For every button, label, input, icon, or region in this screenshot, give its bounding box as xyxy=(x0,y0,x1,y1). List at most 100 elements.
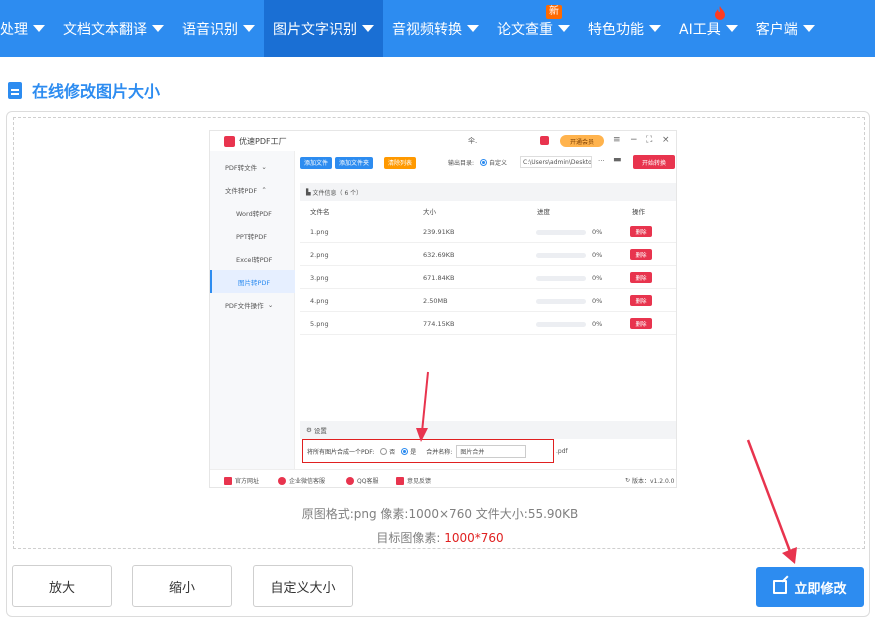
clear-list-button: 清除列表 xyxy=(384,156,417,169)
nav-item-client[interactable]: 客户端 xyxy=(747,0,824,57)
delete-button: 删除 xyxy=(630,318,652,329)
fire-icon xyxy=(715,6,725,20)
column-header: 操作 xyxy=(632,208,645,216)
progress-bar xyxy=(536,322,586,327)
radio-no xyxy=(380,447,388,455)
column-header: 进度 xyxy=(537,208,550,216)
sidebar-label: PDF文件操作 xyxy=(225,301,264,310)
maximize-icon: ⛶ xyxy=(646,135,653,145)
merge-name-input: 图片合并 xyxy=(456,444,527,458)
wechat-icon xyxy=(278,476,286,485)
qq-icon xyxy=(346,476,354,485)
output-label: 输出目录: xyxy=(448,160,475,167)
nav-item-plagiarism[interactable]: 论文查重 新 xyxy=(488,0,579,57)
footer-label: 意见反馈 xyxy=(407,478,432,485)
original-image-info: 原图格式:png 像素:1000×760 文件大小:55.90KB xyxy=(301,507,579,521)
file-name: 3.png xyxy=(310,274,329,282)
nav-item-av-convert[interactable]: 音视频转换 xyxy=(383,0,488,57)
close-icon: × xyxy=(662,135,670,145)
sidebar-label: 文件转PDF xyxy=(225,186,258,195)
file-progress: 0% xyxy=(592,320,603,328)
nav-label: 音视频转换 xyxy=(392,21,462,38)
footer-label: 企业微信客服 xyxy=(289,478,326,485)
progress-bar xyxy=(536,299,586,304)
footer-label: 版本：v1.2.0.0 xyxy=(631,478,675,485)
add-folder-button: 添加文件夹 xyxy=(335,156,374,169)
folder-icon: ▬ xyxy=(613,155,622,165)
table-row: 5.png 774.15KB 0% 删除 xyxy=(300,313,676,335)
radio-yes xyxy=(401,447,409,455)
file-size: 632.69KB xyxy=(423,251,455,259)
nav-item-process[interactable]: 处理 xyxy=(0,0,54,57)
section-header: 在线修改图片大小 xyxy=(8,78,160,102)
chevron-down-icon xyxy=(558,25,570,32)
new-badge: 新 xyxy=(546,5,562,19)
edit-icon xyxy=(773,580,788,594)
nav-label: 论文查重 xyxy=(497,21,553,38)
app-titlebar: 优速PDF工厂 xyxy=(210,131,676,151)
column-header: 文件名 xyxy=(310,208,330,216)
app-sidebar-item: PDF转文件 ⌄ xyxy=(210,155,295,178)
radio-no-label: 否 xyxy=(389,448,396,456)
zoom-out-button[interactable]: 缩小 xyxy=(132,565,232,607)
minimize-icon: − xyxy=(630,135,638,145)
settings-label: 设置 xyxy=(313,427,327,435)
file-progress: 0% xyxy=(592,251,603,259)
sidebar-label: PDF转文件 xyxy=(225,163,258,172)
radio-yes-label: 是 xyxy=(410,448,417,456)
resize-panel: 优速PDF工厂 伞. 开通会员 ≡ − ⛶ × PDF转文件 ⌄ 文件转PDF … xyxy=(6,111,870,617)
start-convert-button: 开始转换 xyxy=(633,155,675,169)
file-progress: 0% xyxy=(592,274,603,282)
app-sidebar-item: Excel转PDF xyxy=(236,255,273,264)
chevron-down-icon: ⌄ xyxy=(267,300,274,309)
top-nav: 处理 文档文本翻译 语音识别 图片文字识别 音视频转换 论文查重 新 特色功能 A… xyxy=(0,0,875,57)
app-screenshot: 优速PDF工厂 伞. 开通会员 ≡ − ⛶ × PDF转文件 ⌄ 文件转PDF … xyxy=(210,131,676,487)
nav-item-ai-tools[interactable]: AI工具 xyxy=(670,0,747,57)
chevron-down-icon xyxy=(152,25,164,32)
app-mail-icon xyxy=(540,136,549,145)
table-row: 2.png 632.69KB 0% 删除 xyxy=(300,244,676,266)
nav-label: 图片文字识别 xyxy=(273,21,357,38)
chevron-down-icon xyxy=(362,25,374,32)
footer-version: ↻ 版本：v1.2.0.0 xyxy=(625,476,674,485)
table-row: 1.png 239.91KB 0% 删除 xyxy=(300,221,676,243)
chevron-down-icon xyxy=(467,25,479,32)
footer-label: 官方网址 xyxy=(235,478,260,485)
chevron-down-icon xyxy=(725,25,738,32)
file-name: 5.png xyxy=(310,320,329,328)
settings-header: ⚙ 设置 xyxy=(300,421,676,439)
nav-item-speech[interactable]: 语音识别 xyxy=(173,0,264,57)
footer-wechat: 企业微信客服 xyxy=(278,476,325,485)
merge-option-box: 将所有图片合成一个PDF: 否 是 合并名称: 图片合并 xyxy=(302,439,554,463)
document-icon xyxy=(8,81,22,99)
file-info-label: 文件信息（ 6 个） xyxy=(312,189,363,197)
delete-button: 删除 xyxy=(630,295,652,306)
chevron-down-icon xyxy=(33,25,45,32)
merge-label: 将所有图片合成一个PDF: xyxy=(307,448,375,456)
merge-name-label: 合并名称: xyxy=(426,448,453,456)
submit-button[interactable]: 立即修改 xyxy=(756,567,864,607)
app-sidebar-item: Word转PDF xyxy=(236,209,272,218)
page-title: 在线修改图片大小 xyxy=(32,82,161,101)
table-row: 3.png 671.84KB 0% 删除 xyxy=(300,267,676,289)
column-header: 大小 xyxy=(423,208,436,216)
progress-bar xyxy=(536,253,586,258)
nav-item-doc-translate[interactable]: 文档文本翻译 xyxy=(54,0,173,57)
footer-qq: QQ客服 xyxy=(346,476,378,485)
monitor-icon xyxy=(224,476,232,485)
footer-feedback: 意见反馈 xyxy=(396,476,431,485)
app-logo-icon xyxy=(224,135,235,147)
nav-label: 处理 xyxy=(0,21,28,38)
file-name: 4.png xyxy=(310,297,329,305)
chevron-down-icon xyxy=(802,25,815,32)
custom-size-button[interactable]: 自定义大小 xyxy=(253,565,353,607)
nav-item-ocr[interactable]: 图片文字识别 xyxy=(264,0,383,57)
feedback-icon xyxy=(396,476,404,485)
add-file-button: 添加文件 xyxy=(300,156,333,169)
nav-item-features[interactable]: 特色功能 xyxy=(579,0,670,57)
zoom-in-button[interactable]: 放大 xyxy=(12,565,112,607)
nav-label: 客户端 xyxy=(755,21,798,38)
progress-bar xyxy=(536,230,586,235)
chevron-up-icon: ⌃ xyxy=(261,185,267,194)
file-size: 671.84KB xyxy=(423,274,455,282)
